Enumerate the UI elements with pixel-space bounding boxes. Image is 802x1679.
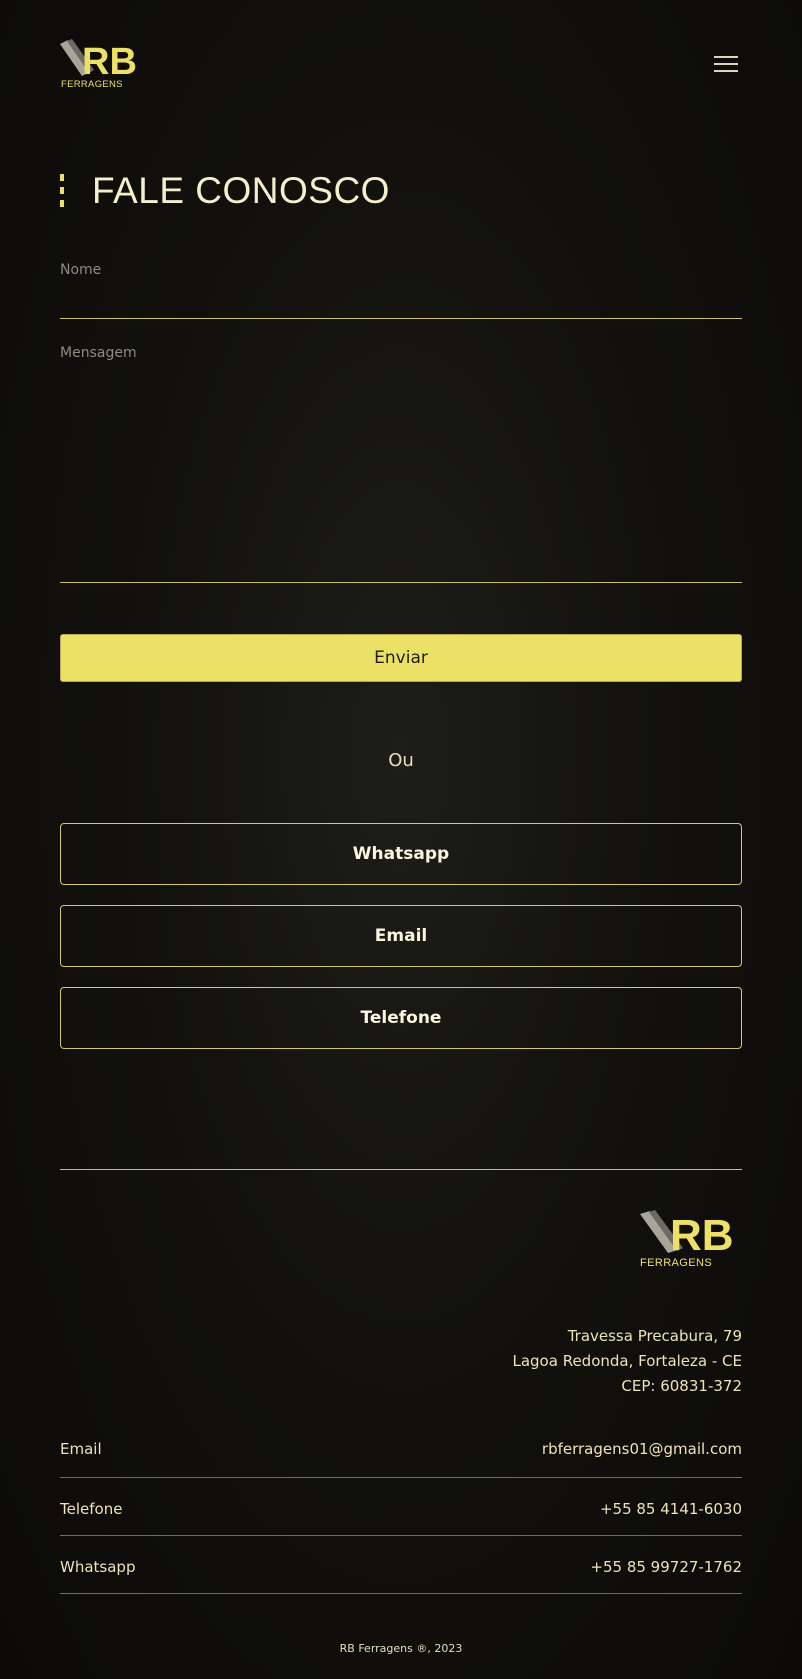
whatsapp-button[interactable]: Whatsapp [60, 823, 742, 885]
footer-address: Travessa Precabura, 79 Lagoa Redonda, Fo… [512, 1324, 742, 1399]
hamburger-menu-icon[interactable] [714, 56, 738, 72]
phone-button[interactable]: Telefone [60, 987, 742, 1049]
contact-info-row-whatsapp: Whatsapp +55 85 99727-1762 [60, 1536, 742, 1594]
or-divider-text: Ou [388, 750, 414, 771]
message-field[interactable]: Mensagem [60, 341, 742, 583]
rb-logo-icon: RB FERRAGENS [640, 1210, 734, 1269]
copyright-text: RB Ferragens ®, 2023 [339, 1642, 463, 1655]
name-field[interactable]: Nome [60, 258, 742, 319]
page-title: FALE CONOSCO [92, 170, 390, 211]
footer-logo-mark: RB [670, 1211, 734, 1260]
logo-mark: RB [82, 41, 137, 83]
contact-info-list: Email rbferragens01@gmail.com Telefone +… [60, 1420, 742, 1594]
footer-divider [60, 1169, 742, 1170]
contact-info-label: Telefone [60, 1500, 123, 1518]
address-line: CEP: 60831-372 [621, 1377, 742, 1395]
contact-info-label: Whatsapp [60, 1558, 136, 1576]
contact-info-row-phone: Telefone +55 85 4141-6030 [60, 1478, 742, 1536]
address-line: Lagoa Redonda, Fortaleza - CE [512, 1352, 742, 1370]
site-header: RB FERRAGENS [60, 38, 742, 90]
phone-link[interactable]: +55 85 4141-6030 [600, 1500, 742, 1518]
email-link[interactable]: rbferragens01@gmail.com [542, 1440, 742, 1458]
address-line: Travessa Precabura, 79 [567, 1327, 742, 1345]
footer-logo-text: FERRAGENS [640, 1257, 712, 1268]
logo-text: FERRAGENS [61, 79, 123, 90]
contact-info-row-email: Email rbferragens01@gmail.com [60, 1420, 742, 1478]
contact-info-label: Email [60, 1440, 102, 1458]
email-button[interactable]: Email [60, 905, 742, 967]
footer-logo[interactable]: RB FERRAGENS [640, 1210, 742, 1269]
whatsapp-link[interactable]: +55 85 99727-1762 [590, 1558, 742, 1576]
send-button[interactable]: Enviar [60, 634, 742, 682]
name-label: Nome [60, 262, 102, 278]
brand-logo[interactable]: RB FERRAGENS [60, 38, 140, 90]
message-label: Mensagem [60, 345, 137, 361]
rb-logo-icon: RB FERRAGENS [60, 39, 137, 90]
title-accent-bar [60, 174, 64, 210]
